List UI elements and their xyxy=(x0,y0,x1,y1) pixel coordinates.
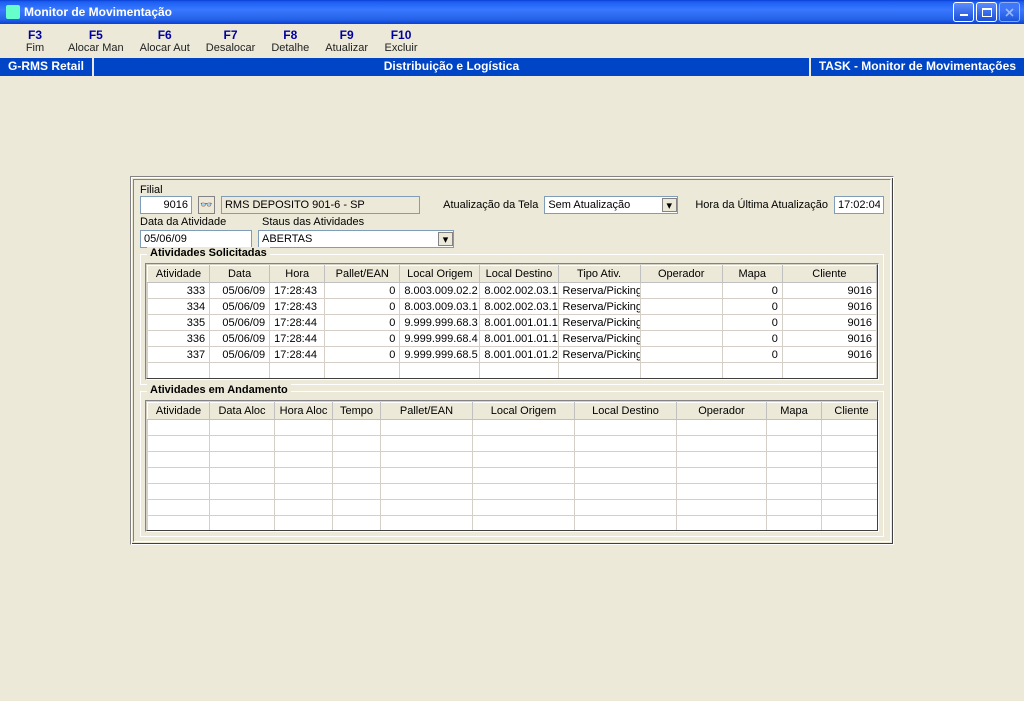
minimize-button[interactable] xyxy=(953,2,974,22)
label-hora-ultima: Hora da Última Atualização xyxy=(695,199,828,211)
column-header[interactable]: Operador xyxy=(677,403,767,420)
column-header[interactable]: Local Destino xyxy=(575,403,677,420)
column-header[interactable]: Pallet/EAN xyxy=(325,266,400,283)
atualizacao-tela-select[interactable]: Sem Atualização ▾ xyxy=(544,196,677,214)
column-header[interactable]: Atividade xyxy=(148,266,210,283)
group-andamento: Atividades em Andamento AtividadeData Al… xyxy=(140,391,884,537)
column-header[interactable]: Mapa xyxy=(722,266,782,283)
group-solicitadas: Atividades Solicitadas AtividadeDataHora… xyxy=(140,254,884,385)
fkey-desalocar[interactable]: F7 Desalocar xyxy=(198,28,264,54)
fkey-detalhe[interactable]: F8 Detalhe xyxy=(263,28,317,54)
grid-andamento[interactable]: AtividadeData AlocHora AlocTempoPallet/E… xyxy=(147,402,878,531)
grid-solicitadas[interactable]: AtividadeDataHoraPallet/EANLocal OrigemL… xyxy=(147,265,877,379)
label-atualizacao-tela: Atualização da Tela xyxy=(443,199,538,211)
label-filial: Filial xyxy=(140,184,884,196)
table-row xyxy=(148,500,879,516)
fkey-toolbar: F3 Fim F5 Alocar Man F6 Alocar Aut F7 De… xyxy=(0,24,1024,58)
table-row xyxy=(148,484,879,500)
legend-andamento: Atividades em Andamento xyxy=(147,384,291,396)
table-row[interactable]: 33405/06/0917:28:4308.003.009.03.18.002.… xyxy=(148,299,877,315)
table-row xyxy=(148,379,877,380)
main-panel: Filial 👓 Atualização da Tela Sem Atualiz… xyxy=(130,176,894,545)
filial-code-input[interactable] xyxy=(140,196,192,214)
fkey-fim[interactable]: F3 Fim xyxy=(10,28,60,54)
column-header[interactable]: Hora xyxy=(270,266,325,283)
lookup-filial-button[interactable]: 👓 xyxy=(198,196,215,214)
ribbon-center: Distribuição e Logística xyxy=(94,58,809,76)
column-header[interactable]: Hora Aloc xyxy=(275,403,333,420)
chevron-down-icon: ▾ xyxy=(662,198,677,212)
table-row[interactable]: 33705/06/0917:28:4409.999.999.68.58.001.… xyxy=(148,347,877,363)
fkey-alocar-aut[interactable]: F6 Alocar Aut xyxy=(132,28,198,54)
fkey-excluir[interactable]: F10 Excluir xyxy=(376,28,426,54)
window-titlebar: Monitor de Movimentação xyxy=(0,0,1024,24)
label-data-atividade: Data da Atividade xyxy=(140,216,226,228)
close-button[interactable] xyxy=(999,2,1020,22)
filial-desc-display xyxy=(221,196,420,214)
app-icon xyxy=(6,5,20,19)
label-status-atividades: Staus das Atividades xyxy=(262,216,364,228)
window-title: Monitor de Movimentação xyxy=(24,5,953,19)
maximize-button[interactable] xyxy=(976,2,997,22)
table-row xyxy=(148,363,877,379)
column-header[interactable]: Mapa xyxy=(767,403,822,420)
hora-ultima-display xyxy=(834,196,884,214)
column-header[interactable]: Pallet/EAN xyxy=(381,403,473,420)
legend-solicitadas: Atividades Solicitadas xyxy=(147,247,270,259)
column-header[interactable]: Atividade xyxy=(148,403,210,420)
table-row[interactable]: 33605/06/0917:28:4409.999.999.68.48.001.… xyxy=(148,331,877,347)
data-atividade-input[interactable] xyxy=(140,230,252,248)
chevron-down-icon: ▾ xyxy=(438,232,453,246)
table-row xyxy=(148,516,879,532)
column-header[interactable]: Cliente xyxy=(782,266,876,283)
fkey-atualizar[interactable]: F9 Atualizar xyxy=(317,28,376,54)
table-row[interactable]: 33505/06/0917:28:4409.999.999.68.38.001.… xyxy=(148,315,877,331)
table-row xyxy=(148,468,879,484)
column-header[interactable]: Cliente xyxy=(822,403,879,420)
column-header[interactable]: Tempo xyxy=(333,403,381,420)
table-row xyxy=(148,436,879,452)
binoculars-icon: 👓 xyxy=(200,200,212,211)
ribbon: G-RMS Retail Distribuição e Logística TA… xyxy=(0,58,1024,76)
column-header[interactable]: Data Aloc xyxy=(210,403,275,420)
fkey-alocar-man[interactable]: F5 Alocar Man xyxy=(60,28,132,54)
column-header[interactable]: Operador xyxy=(640,266,722,283)
column-header[interactable]: Local Destino xyxy=(480,266,558,283)
table-row xyxy=(148,452,879,468)
column-header[interactable]: Data xyxy=(210,266,270,283)
ribbon-left: G-RMS Retail xyxy=(0,58,94,76)
status-atividades-select[interactable]: ABERTAS ▾ xyxy=(258,230,454,248)
table-row[interactable]: 33305/06/0917:28:4308.003.009.02.28.002.… xyxy=(148,283,877,299)
column-header[interactable]: Local Origem xyxy=(400,266,480,283)
column-header[interactable]: Tipo Ativ. xyxy=(558,266,640,283)
column-header[interactable]: Local Origem xyxy=(473,403,575,420)
ribbon-right: TASK - Monitor de Movimentações xyxy=(809,58,1024,76)
table-row xyxy=(148,420,879,436)
